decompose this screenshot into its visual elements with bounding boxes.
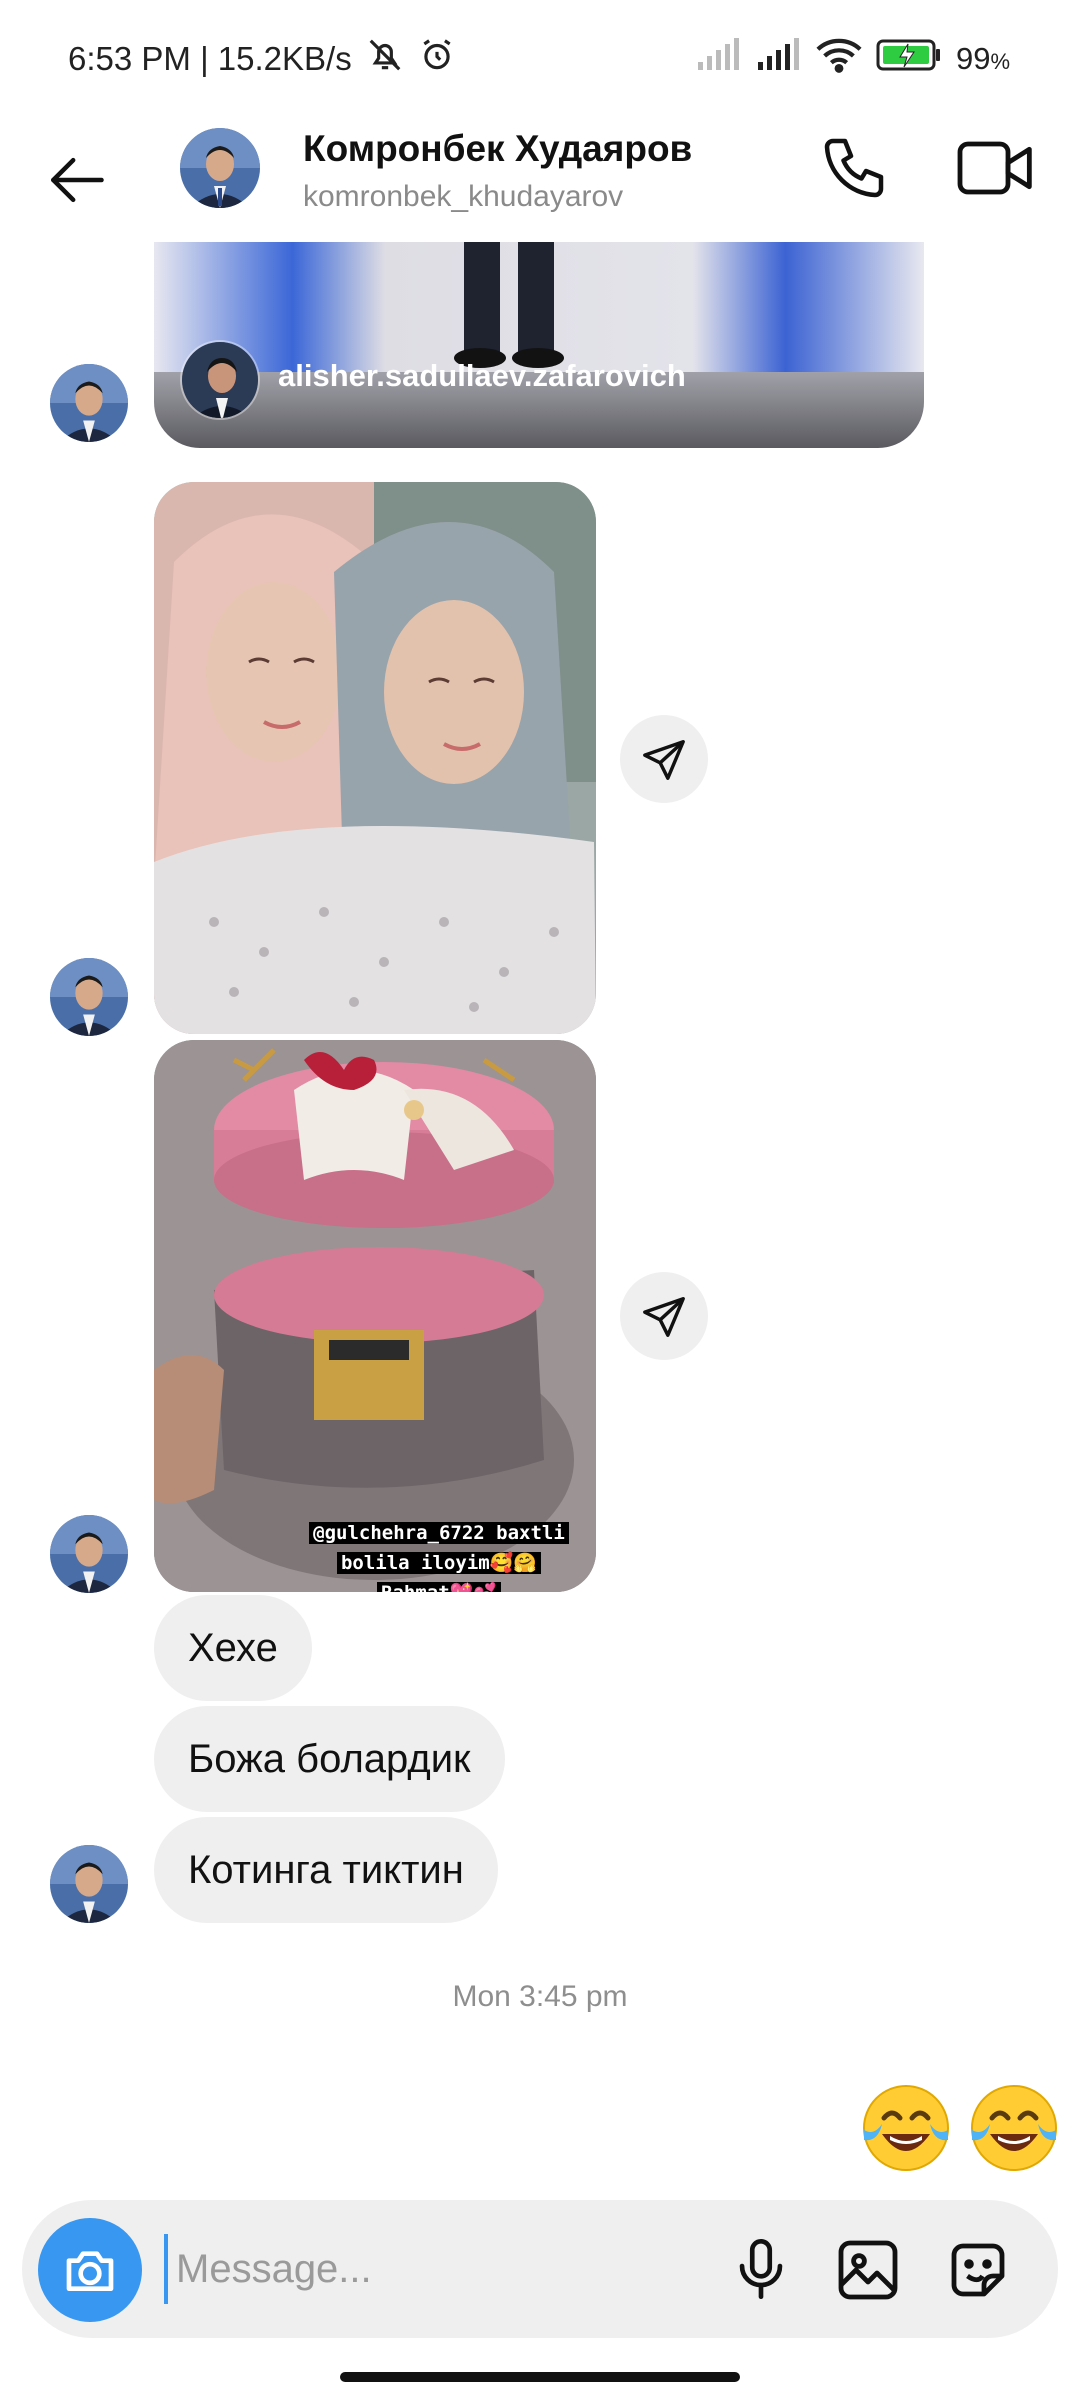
back-arrow-icon[interactable] (42, 146, 110, 214)
text-message[interactable]: Хехе (154, 1595, 312, 1701)
signal-icon (696, 38, 742, 80)
share-icon[interactable] (620, 715, 708, 803)
signal-icon (756, 38, 802, 80)
post-author-avatar[interactable] (180, 340, 260, 420)
tears-of-joy-emoji-icon (971, 2085, 1057, 2171)
contact-username[interactable]: komronbek_khudayarov (303, 180, 692, 214)
battery-percent: 99% (955, 41, 1010, 76)
gallery-icon[interactable] (832, 2234, 904, 2306)
photo-message[interactable] (154, 482, 596, 1034)
tears-of-joy-emoji-icon (863, 2085, 949, 2171)
share-icon[interactable] (620, 1272, 708, 1360)
chat-header: Комронбек Худаяров komronbek_khudayarov (0, 118, 1080, 242)
timestamp: Mon 3:45 pm (452, 1980, 628, 2013)
text-message[interactable]: Котинга тиктин (154, 1817, 498, 1923)
sent-emoji-message[interactable] (856, 2078, 1064, 2178)
wifi-icon (816, 37, 862, 81)
contact-name[interactable]: Комронбек Худаяров (303, 128, 692, 170)
avatar[interactable] (50, 1845, 128, 1923)
photo-message[interactable]: @gulchehra_6722 baxtli bolila iloyim🥰🤗 R… (154, 1040, 596, 1592)
mute-icon (366, 36, 404, 82)
battery-charging-icon (876, 38, 942, 80)
avatar[interactable] (180, 128, 260, 208)
photo-caption: @gulchehra_6722 baxtli bolila iloyim🥰🤗 R… (274, 1518, 596, 1592)
shared-post[interactable]: alisher.sadullaev.zafarovich (154, 242, 924, 448)
video-camera-icon[interactable] (956, 136, 1036, 200)
home-indicator[interactable] (340, 2372, 740, 2382)
phone-icon[interactable] (818, 132, 890, 204)
message-input[interactable] (164, 2234, 694, 2304)
status-bar: 6:53 PM | 15.2KB/s 99% (0, 0, 1080, 118)
microphone-icon[interactable] (726, 2234, 796, 2304)
avatar[interactable] (50, 364, 128, 442)
text-message[interactable]: Божа болардик (154, 1706, 505, 1812)
chat-screen: 6:53 PM | 15.2KB/s 99% Комронбек Худаяро… (0, 0, 1080, 2400)
camera-icon[interactable] (38, 2218, 142, 2322)
message-composer (22, 2200, 1058, 2338)
post-image-figure (434, 242, 584, 374)
status-time: 6:53 PM | 15.2KB/s (68, 40, 352, 77)
post-author-name[interactable]: alisher.sadullaev.zafarovich (278, 358, 686, 394)
avatar[interactable] (50, 1515, 128, 1593)
avatar[interactable] (50, 958, 128, 1036)
sticker-icon[interactable] (942, 2234, 1014, 2306)
alarm-icon (418, 36, 456, 82)
